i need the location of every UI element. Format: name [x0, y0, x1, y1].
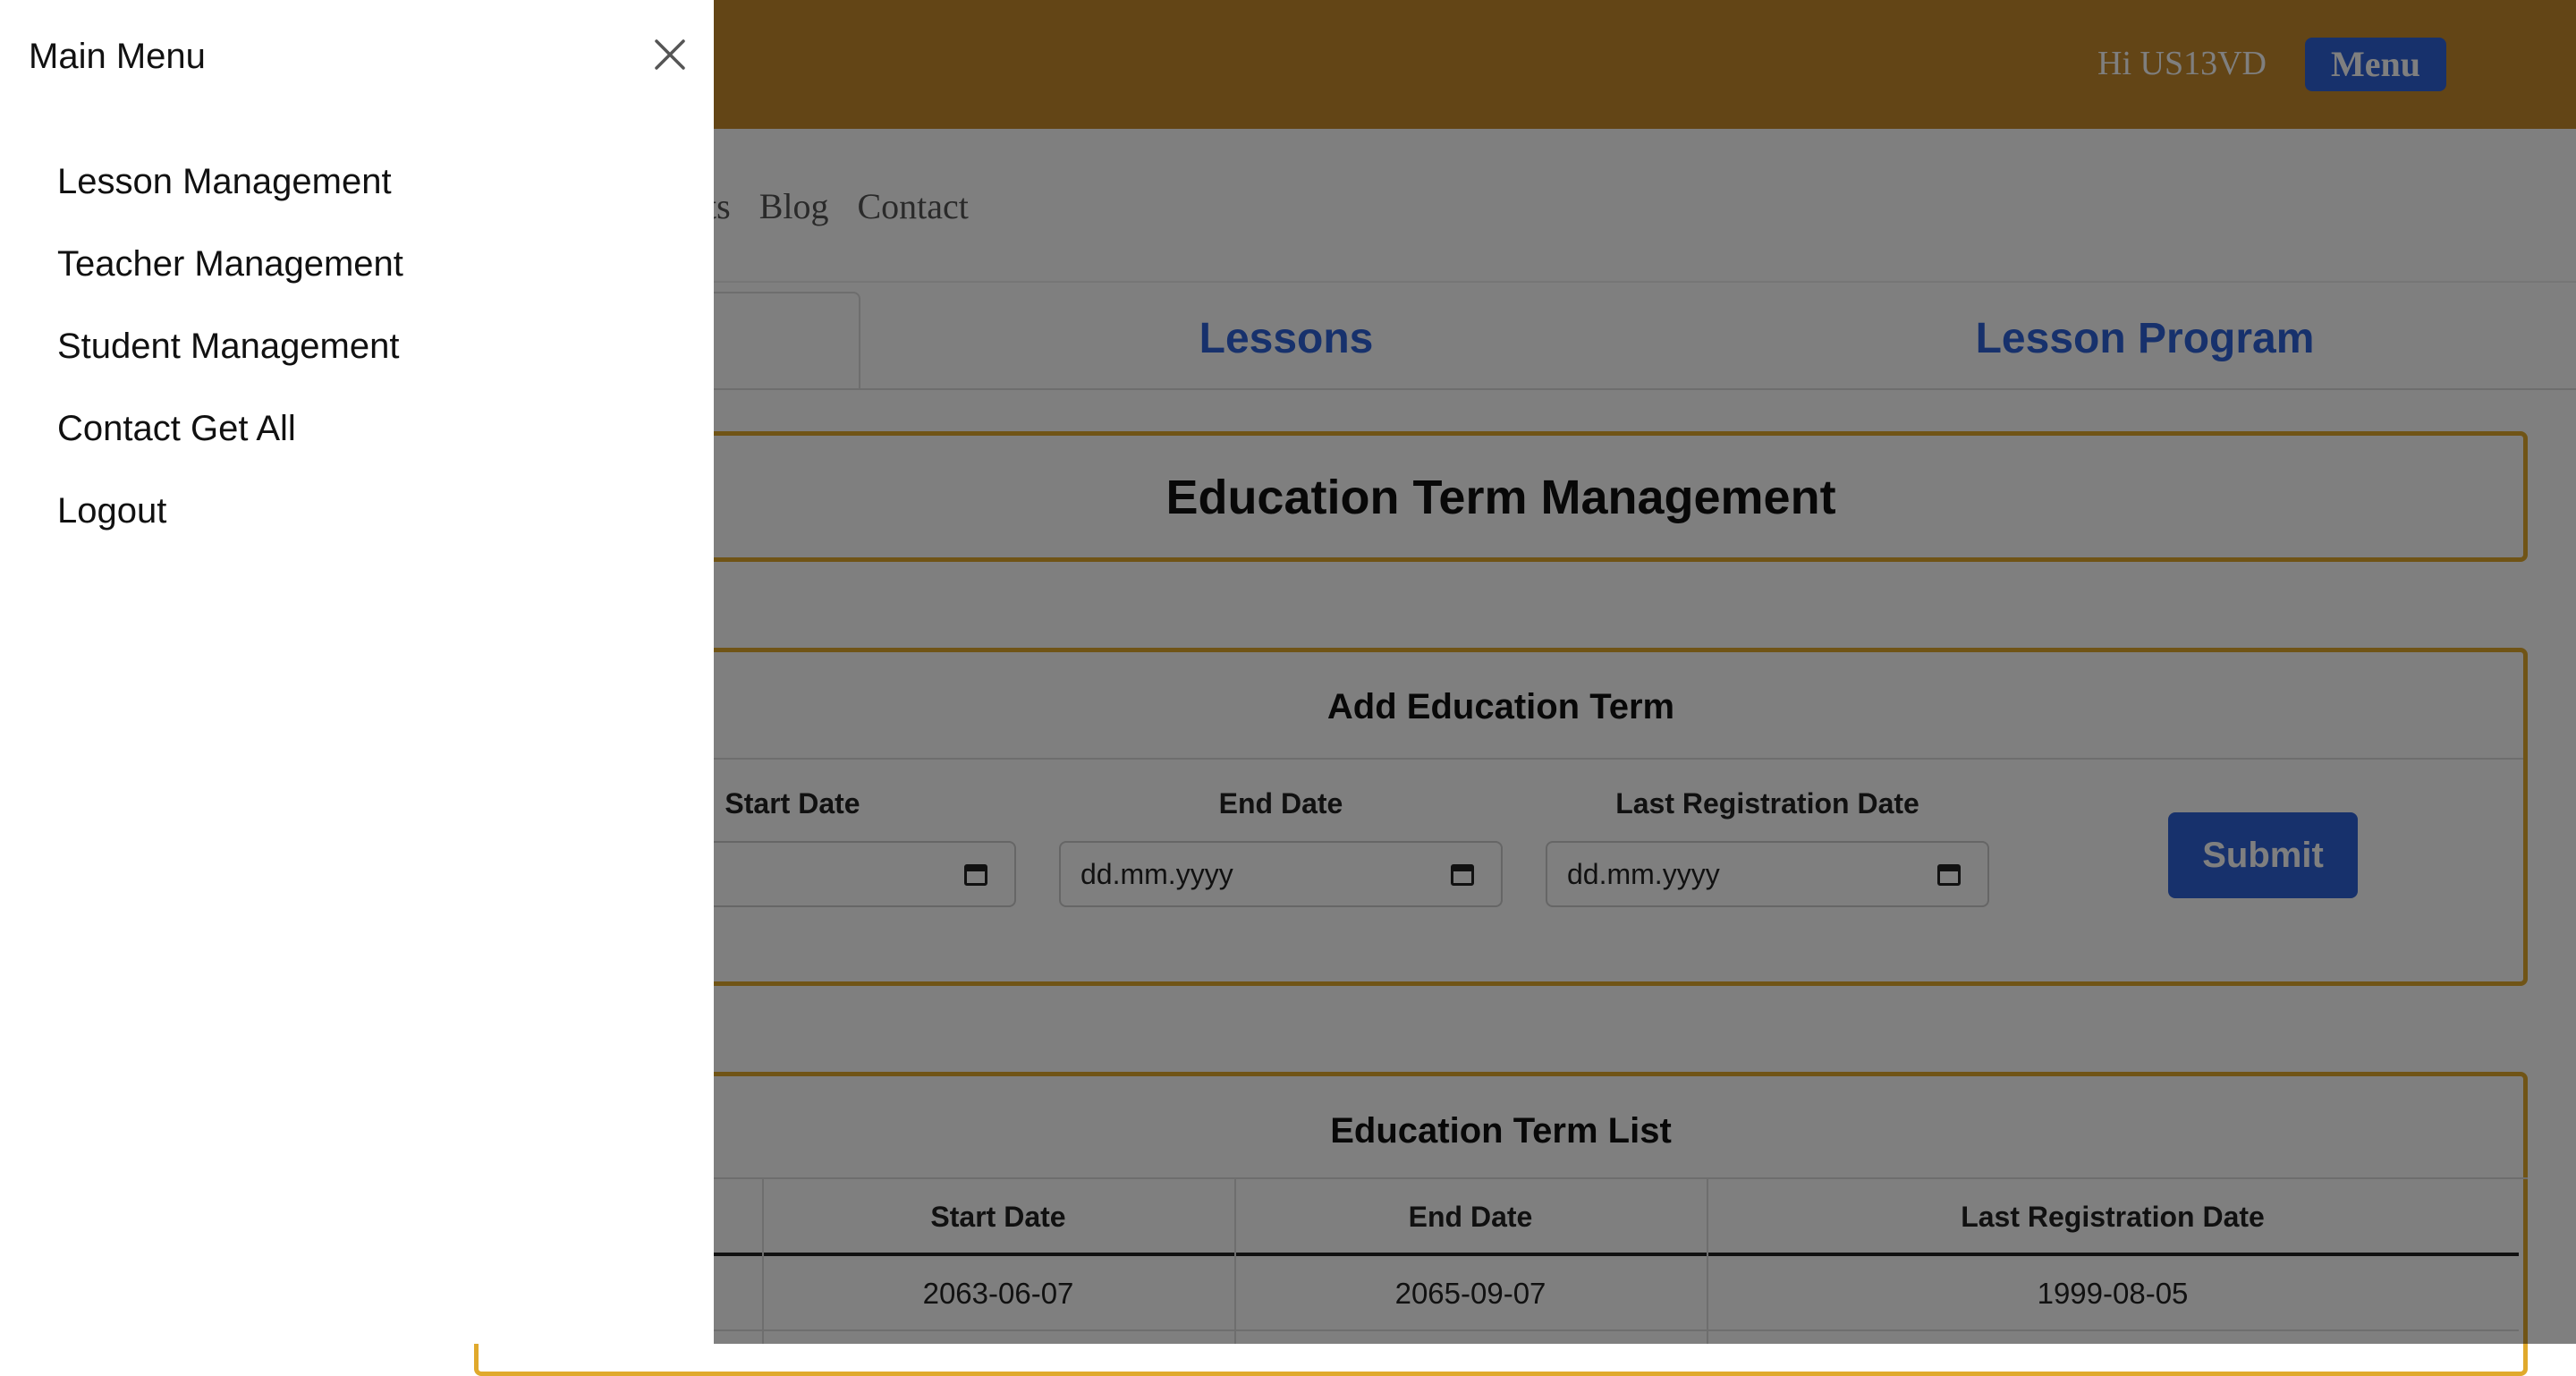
- close-icon[interactable]: [649, 34, 691, 75]
- menu-item-contact-get-all[interactable]: Contact Get All: [57, 406, 296, 451]
- main-menu-offcanvas: Main Menu Lesson Management Teacher Mana…: [0, 0, 714, 1344]
- menu-item-student-management[interactable]: Student Management: [57, 324, 399, 369]
- offcanvas-title: Main Menu: [29, 37, 206, 76]
- menu-item-lesson-management[interactable]: Lesson Management: [57, 159, 392, 204]
- menu-item-logout[interactable]: Logout: [57, 488, 166, 533]
- menu-item-teacher-management[interactable]: Teacher Management: [57, 242, 403, 286]
